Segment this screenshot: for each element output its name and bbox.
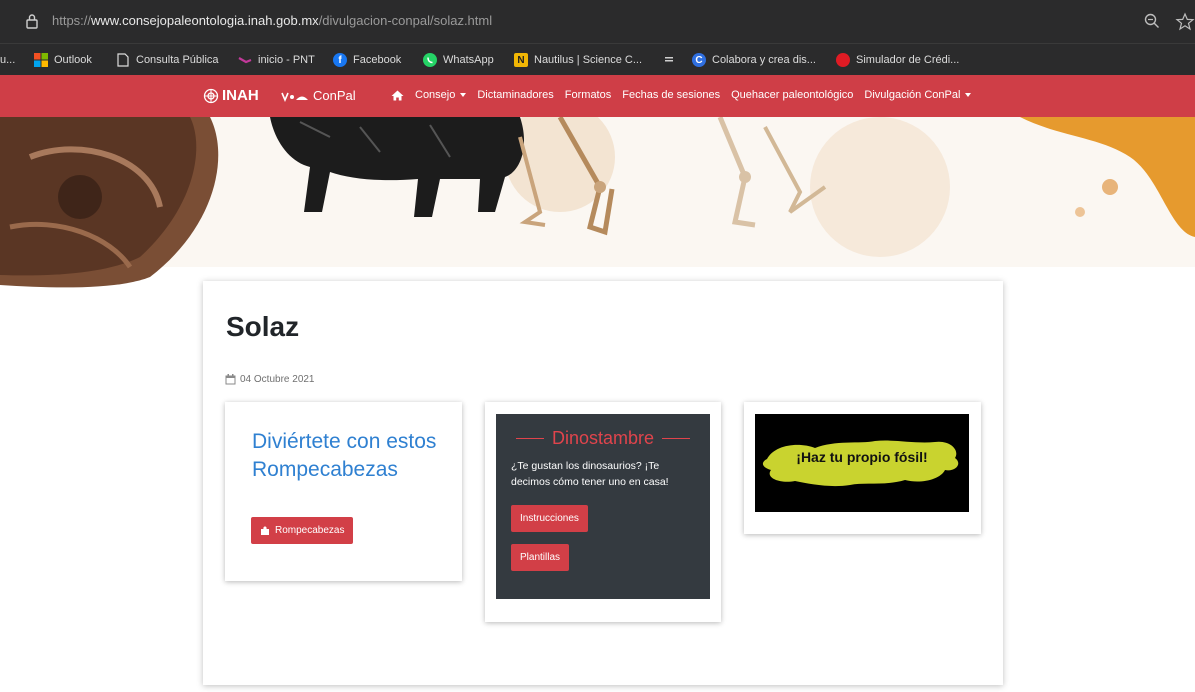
bookmark-label: Nautilus | Science C... [534,54,643,66]
whatsapp-icon [423,53,437,67]
conpal-logo[interactable]: ConPal [281,88,356,103]
url-field[interactable]: https://www.consejopaleontologia.inah.go… [52,13,492,28]
browser-address-bar: https://www.consejopaleontologia.inah.go… [0,0,1195,44]
caret-down-icon [965,93,972,97]
brand-label: INAH [222,87,259,104]
url-scheme: https:// [52,13,92,28]
rompecabezas-button[interactable]: Rompecabezas [251,517,354,544]
dinostambre-text: ¿Te gustan los dinosaurios? ¡Te decimos … [511,460,669,488]
nav-label: Consejo [415,89,456,101]
bookmark-label: u... [0,54,16,66]
bookmark-label: Outlook [54,54,92,66]
heading-rule [662,438,691,439]
dinostambre-card: Dinostambre ¿Te gustan los dinosaurios? … [485,402,721,622]
fossil-label: ¡Haz tu propio fósil! [796,449,928,465]
lock-icon [26,14,38,29]
instrucciones-button[interactable]: Instrucciones [511,505,588,532]
fossil-card: ¡Haz tu propio fósil! [744,402,981,534]
outlook-icon [34,53,48,67]
inah-emblem-icon [203,88,219,103]
bookmark-outlook[interactable]: Outlook [34,51,92,69]
page-title: Solaz [226,311,300,342]
caret-down-icon [460,93,467,97]
home-icon[interactable] [391,90,404,101]
publish-date: 04 Octubre 2021 [225,374,315,385]
puzzle-card: Diviértete con estos Rompecabezas Rompec… [225,402,462,581]
heading-rule [515,438,544,439]
bookmark-inicio-pnt[interactable]: inicio - PNT [238,51,315,69]
fossil-illustration [0,117,1195,289]
nav-label: Dictaminadores [477,89,554,101]
date-text: 04 Octubre 2021 [240,374,315,385]
simulador-icon [836,53,850,67]
page-icon [116,53,130,67]
nav-formatos[interactable]: Formatos [565,89,611,101]
puzzle-card-title[interactable]: Diviértete con estos Rompecabezas [252,428,442,484]
bookmark-nautilus[interactable]: N Nautilus | Science C... [514,51,642,69]
url-path: /divulgacion-conpal/solaz.html [318,13,493,28]
fossil-banner-link[interactable]: ¡Haz tu propio fósil! [755,414,969,512]
content-panel: Solaz 04 Octubre 2021 Diviértete con est… [203,281,1003,685]
bookmark-colabora[interactable]: C Colabora y crea dis... [692,51,816,69]
url-host: www.consejopaleontologia.inah.gob.mx [91,13,319,28]
dinostambre-heading: Dinostambre [496,428,710,449]
bookmark-label: Facebook [353,54,402,66]
button-label: Rompecabezas [275,525,345,536]
pnt-icon [238,53,252,67]
nav-links: Consejo Dictaminadores Formatos Fechas d… [391,89,972,101]
calendar-icon [225,374,236,385]
bookmark-facebook[interactable]: f Facebook [333,51,401,69]
nav-label: Formatos [564,89,612,101]
nav-label: Fechas de sesiones [622,89,721,101]
nav-quehacer-paleontologico[interactable]: Quehacer paleontológico [731,89,853,101]
heading-text: Dinostambre [551,428,655,448]
bookmarks-bar: u... Outlook Consulta Pública inicio - P… [0,44,1195,75]
favorite-star-icon[interactable] [1175,12,1195,32]
bookmark-truncated[interactable]: u... [0,51,15,69]
site-navbar: INAH ConPal Consejo Dictaminadores Forma… [0,75,1195,117]
nav-dictaminadores[interactable]: Dictaminadores [477,89,553,101]
nav-label: Divulgación ConPal [864,89,961,101]
button-label: Instrucciones [520,513,579,524]
bookmark-label: Simulador de Crédi... [856,54,960,66]
nautilus-icon: N [514,53,528,67]
brand2-label: ConPal [313,88,356,103]
button-label: Plantillas [520,552,561,563]
puzzle-piece-icon [261,526,269,535]
facebook-icon: f [333,53,347,67]
plantillas-button[interactable]: Plantillas [511,544,570,571]
bookmark-simulador[interactable]: Simulador de Crédi... [836,51,959,69]
colabora-icon: C [692,53,706,67]
nav-fechas-de-sesiones[interactable]: Fechas de sesiones [622,89,720,101]
bookmark-label: WhatsApp [443,54,494,66]
inah-logo[interactable]: INAH [203,87,259,104]
menu-icon [662,53,676,67]
bookmark-menu[interactable] [662,51,676,69]
dinostambre-panel: Dinostambre ¿Te gustan los dinosaurios? … [496,414,710,599]
bookmark-label: Consulta Pública [136,54,219,66]
conpal-emblem-icon [281,92,308,102]
bookmark-whatsapp[interactable]: WhatsApp [423,51,494,69]
bookmark-consulta-publica[interactable]: Consulta Pública [116,51,219,69]
bookmark-label: inicio - PNT [258,54,315,66]
bookmark-label: Colabora y crea dis... [712,54,816,66]
nav-consejo[interactable]: Consejo [415,89,467,101]
nav-divulgacion-conpal[interactable]: Divulgación ConPal [864,89,972,101]
nav-label: Quehacer paleontológico [731,89,854,101]
zoom-icon[interactable] [1143,12,1161,30]
hero-banner [0,117,1195,289]
